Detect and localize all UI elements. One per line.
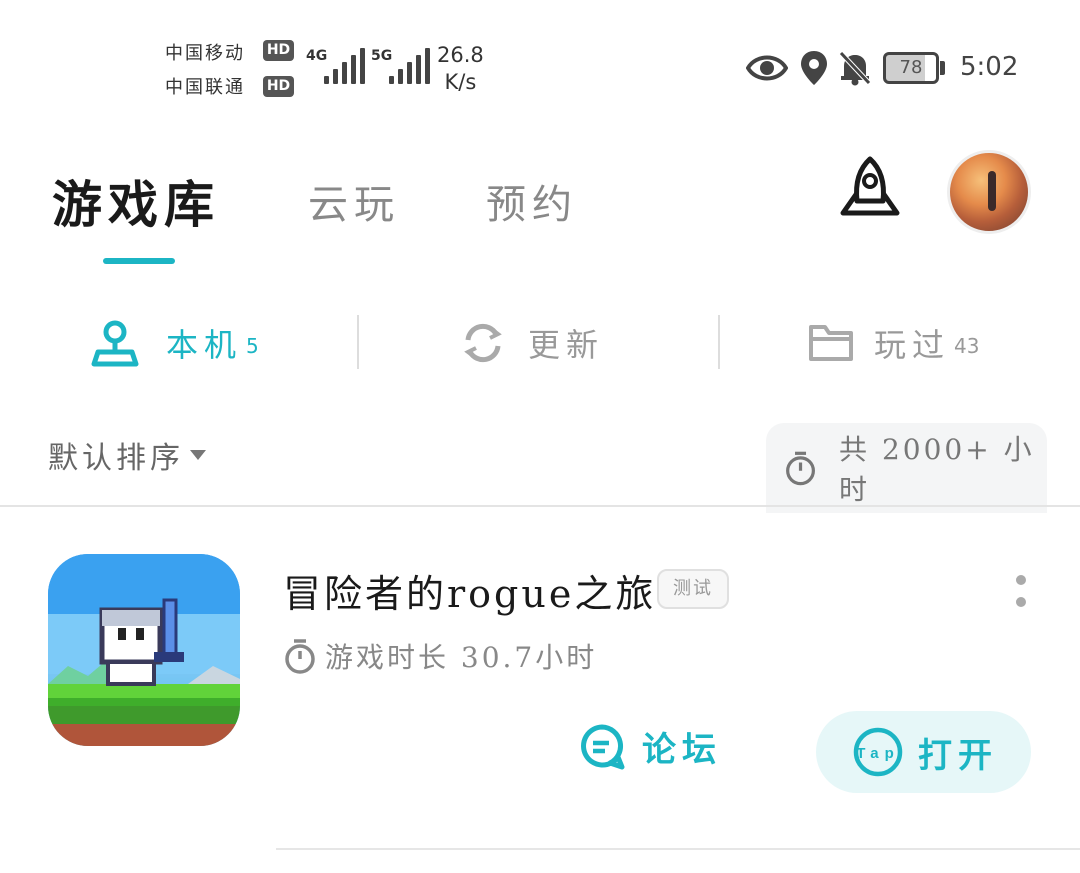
taptap-logo-icon: Tap: [853, 727, 903, 777]
avatar[interactable]: [947, 150, 1031, 234]
subtab-played[interactable]: 玩过 43: [808, 318, 979, 368]
bell-off-icon: [839, 51, 871, 86]
total-playtime-text: 共 2000+ 小时: [839, 433, 1035, 506]
forum-button-label: 论坛: [642, 730, 722, 770]
subtab-local-label: 本机: [166, 326, 243, 364]
tab-reservation[interactable]: 预约: [486, 172, 578, 230]
caret-down-icon: [190, 450, 206, 460]
carrier-2-label: 中国联通: [165, 77, 245, 98]
stopwatch-icon: [285, 639, 315, 674]
carrier-1-label: 中国移动: [165, 43, 245, 64]
tab-game-library[interactable]: 游戏库: [52, 165, 220, 237]
game-playtime: 游戏时长 30.7小时: [283, 636, 597, 676]
subtab-update[interactable]: 更新: [460, 318, 604, 368]
subtab-played-count: 43: [954, 334, 980, 358]
game-playtime-text: 游戏时长 30.7小时: [325, 641, 598, 674]
battery-icon: 78: [883, 52, 939, 84]
network-speed: 26.8 K/s: [437, 42, 484, 96]
rocket-icon[interactable]: [833, 155, 907, 229]
network-speed-value: 26.8: [437, 43, 484, 67]
signal-bars-1-icon: [324, 48, 365, 84]
location-icon: [801, 51, 827, 85]
signal-bars-2-icon: [389, 48, 430, 84]
folder-icon: [809, 325, 853, 361]
subtab-update-label: 更新: [528, 326, 605, 364]
subtab-divider-2: [718, 315, 720, 369]
hd-badge-1: HD: [263, 40, 294, 61]
sort-label: 默认排序: [48, 441, 184, 476]
more-options-icon[interactable]: [1010, 575, 1032, 615]
open-button[interactable]: Tap 打开: [816, 711, 1031, 793]
eye-icon: [746, 55, 788, 81]
game-title[interactable]: 冒险者的rogue之旅: [283, 563, 656, 618]
stopwatch-icon: [786, 451, 815, 486]
sort-dropdown[interactable]: 默认排序: [48, 433, 206, 477]
open-button-label: 打开: [918, 735, 998, 776]
section-divider: [0, 505, 1080, 507]
svg-text:Tap: Tap: [856, 745, 900, 762]
hd-badge-2: HD: [263, 76, 294, 97]
subtab-divider-1: [357, 315, 359, 369]
list-divider: [276, 848, 1080, 850]
forum-chat-icon: [581, 724, 625, 769]
clock: 5:02: [960, 52, 1019, 82]
tab-cloud-play[interactable]: 云玩: [308, 172, 400, 230]
subtab-local[interactable]: 本机 5: [90, 318, 259, 368]
local-device-icon: [91, 320, 139, 367]
total-playtime-box: 共 2000+ 小时: [766, 423, 1047, 513]
status-bar: 中国移动 中国联通 HD HD 4G 5G 26.8 K/s 78 5:02: [0, 0, 1080, 130]
network-speed-unit: K/s: [444, 70, 477, 94]
pixel-knight-icon: [48, 554, 240, 746]
forum-button[interactable]: 论坛: [578, 722, 722, 771]
refresh-icon: [464, 323, 502, 363]
active-tab-indicator: [103, 258, 175, 264]
game-icon[interactable]: [48, 554, 240, 746]
status-badge: 测试: [657, 569, 729, 609]
subtab-local-count: 5: [246, 334, 259, 358]
subtab-played-label: 玩过: [874, 326, 951, 364]
battery-tip: [940, 61, 945, 75]
